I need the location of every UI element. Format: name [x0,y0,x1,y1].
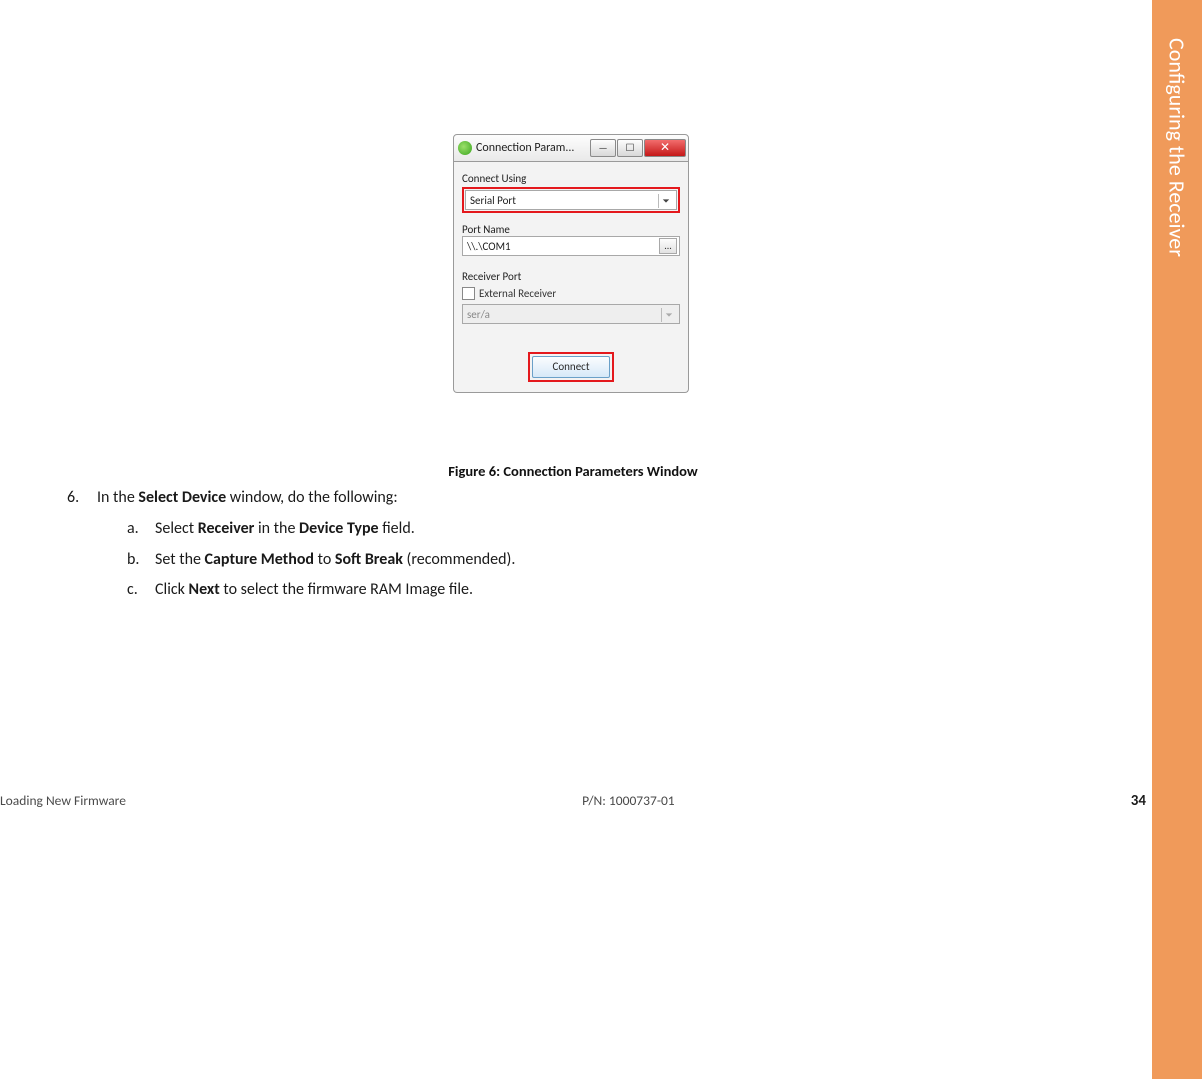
footer-part-number: P/N: 1000737-01 [126,792,1131,809]
substep-b: b. Set the Capture Method to Soft Break … [127,548,1067,573]
highlight-connect: Connect [528,352,614,382]
connect-using-value: Serial Port [470,194,516,207]
connection-parameters-dialog: Connection Param... — ☐ ✕ Connect Using … [453,134,689,393]
side-tab-title: Configuring the Receiver [1152,30,1202,430]
footer-page-number: 34 [1131,792,1146,810]
close-button[interactable]: ✕ [644,139,686,157]
page-footer: Loading New Firmware P/N: 1000737-01 34 [0,792,1146,810]
browse-button[interactable]: ... [659,238,677,254]
receiver-port-value: ser/a [467,308,490,321]
step-number: 6. [67,486,97,511]
connect-button[interactable]: Connect [532,356,610,378]
port-name-field[interactable]: \\.\COM1 ... [462,236,680,256]
minimize-button[interactable]: — [590,139,616,157]
chevron-down-icon [661,308,675,322]
substep-c: c. Click Next to select the firmware RAM… [127,578,1067,603]
port-name-value: \\.\COM1 [467,240,511,253]
dialog-titlebar: Connection Param... — ☐ ✕ [453,134,689,162]
body-text: 6. In the Select Device window, do the f… [67,486,1067,603]
port-name-label: Port Name [462,223,680,236]
receiver-port-combo: ser/a [462,304,680,324]
external-receiver-checkbox[interactable] [462,287,475,300]
chevron-down-icon [658,194,672,208]
minimize-icon: — [598,143,607,153]
maximize-icon: ☐ [626,143,635,153]
receiver-port-label: Receiver Port [462,270,680,283]
side-tab: Configuring the Receiver [1152,0,1202,1079]
maximize-button[interactable]: ☐ [617,139,643,157]
dialog-title: Connection Param... [476,141,590,155]
figure-caption: Figure 6: Connection Parameters Window [0,462,1146,480]
highlight-connect-using: Serial Port [462,187,680,213]
close-icon: ✕ [660,142,670,154]
external-receiver-label: External Receiver [479,287,556,300]
footer-section: Loading New Firmware [0,792,126,809]
app-icon [458,141,472,155]
connect-using-label: Connect Using [462,172,680,185]
connect-using-combo[interactable]: Serial Port [465,190,677,210]
step-text: In the Select Device window, do the foll… [97,486,398,511]
substep-a: a. Select Receiver in the Device Type fi… [127,517,1067,542]
